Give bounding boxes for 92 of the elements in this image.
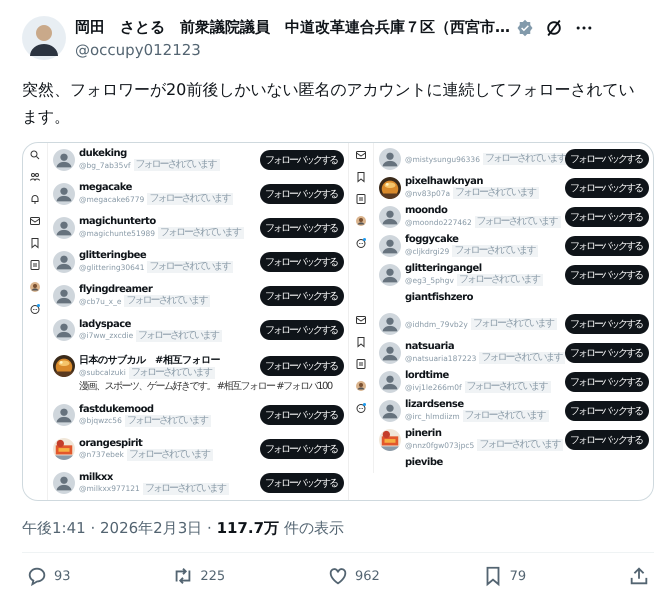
follow-back-button[interactable]: フォローバックする	[565, 236, 649, 256]
follows-you-label: フォローされています	[474, 216, 561, 228]
follows-you-label: フォローされています	[134, 159, 220, 171]
follow-back-button[interactable]: フォローバックする	[565, 342, 649, 362]
follow-back-button[interactable]: フォローバックする	[260, 150, 344, 170]
action-count: 93	[54, 568, 71, 584]
user-name: flyingdreamer	[79, 284, 154, 296]
user-name: lizardsense	[405, 399, 465, 410]
follow-back-button[interactable]: フォローバックする	[260, 286, 344, 306]
user-name: orangespirit	[79, 438, 144, 449]
follows-you-label: フォローされています	[462, 410, 549, 422]
share-icon[interactable]	[628, 565, 650, 587]
follow-back-button[interactable]: フォローバックする	[260, 356, 344, 376]
user-name: megacake	[79, 182, 133, 194]
post-meta: 午後1:41 · 2026年2月3日 · 117.7万 件の表示	[22, 519, 345, 538]
mail-icon[interactable]	[29, 215, 41, 227]
user-name: natsuaria	[405, 341, 456, 352]
follows-you-label: フォローされています	[158, 227, 244, 240]
mail-icon[interactable]	[355, 314, 367, 326]
follows-you-label: フォローされています	[482, 153, 569, 165]
people-icon[interactable]	[29, 171, 41, 183]
follows-you-label: フォローされています	[142, 482, 229, 495]
user-name: pinerin	[405, 428, 442, 439]
user-bio: 漫画、スポーツ、ゲーム好きです。 #相互フォロー #フォロバ100	[79, 380, 334, 393]
follow-back-button[interactable]: フォローバックする	[565, 149, 649, 169]
reply-icon[interactable]	[26, 565, 48, 587]
avatar-icon[interactable]	[22, 16, 66, 60]
user-name: glitteringangel	[405, 263, 483, 274]
mail-icon[interactable]	[355, 149, 367, 161]
user-name: foggycake	[405, 234, 460, 245]
user-name: moondo	[405, 205, 448, 216]
follow-back-button[interactable]: フォローバックする	[565, 372, 649, 392]
avatar-icon[interactable]	[29, 281, 41, 293]
avatar-icon[interactable]	[355, 380, 367, 392]
follow-back-button[interactable]: フォローバックする	[565, 206, 649, 226]
user-name: dukeking	[79, 148, 128, 159]
verified-icon	[516, 18, 534, 36]
post-text: 突然、フォロワーが20前後しかいない匿名のアカウントに連続してフォローされています。	[22, 79, 636, 128]
follow-back-button[interactable]: フォローバックする	[260, 218, 344, 238]
bookmark-icon[interactable]	[355, 336, 367, 348]
user-name: magichunterto	[79, 216, 157, 228]
follow-back-button[interactable]: フォローバックする	[260, 252, 344, 272]
user-name: ladyspace	[79, 318, 132, 330]
user-name: fastdukemood	[79, 404, 155, 415]
bell-icon[interactable]	[29, 193, 41, 205]
action-count: 962	[355, 568, 380, 584]
follow-back-button[interactable]: フォローバックする	[260, 473, 344, 494]
like-icon[interactable]	[327, 565, 349, 587]
follows-you-label: フォローされています	[453, 187, 540, 199]
avatar-icon[interactable]	[355, 215, 367, 227]
user-name: glitteringbee	[79, 250, 148, 262]
follows-you-label: フォローされています	[136, 330, 222, 342]
follow-back-button[interactable]: フォローバックする	[565, 314, 649, 334]
follow-back-button[interactable]: フォローバックする	[565, 430, 649, 450]
follows-you-label: フォローされています	[128, 366, 215, 379]
user-name: milkxx	[79, 472, 114, 483]
follow-back-button[interactable]: フォローバックする	[260, 184, 344, 204]
follows-you-label: フォローされています	[479, 352, 566, 364]
follows-you-label: フォローされています	[124, 414, 211, 427]
list-icon[interactable]	[29, 259, 41, 271]
search-icon[interactable]	[29, 149, 41, 161]
follow-back-button[interactable]: フォローバックする	[260, 439, 344, 460]
follow-back-button[interactable]: フォローバックする	[260, 405, 344, 426]
follow-back-button[interactable]: フォローバックする	[260, 320, 344, 340]
follows-you-label: フォローされています	[126, 448, 213, 461]
follows-you-label: フォローされています	[147, 193, 234, 206]
user-name: giantfishzero	[405, 292, 474, 303]
author-name[interactable]: 岡田 さとる 前衆議院議員 中道改革連合兵庫７区（西宮市…	[75, 18, 510, 37]
chat-icon[interactable]	[355, 402, 367, 414]
action-count: 225	[200, 568, 226, 584]
follows-you-label: フォローされています	[124, 295, 210, 308]
user-name: 日本のサブカル #相互フォロー	[79, 354, 221, 367]
user-name: pievibe	[405, 457, 444, 468]
user-name: pixelhawknyan	[405, 176, 484, 187]
follows-you-label: フォローされています	[452, 245, 538, 257]
author-handle[interactable]: @occupy012123	[75, 40, 654, 58]
bookmark-icon[interactable]	[29, 237, 41, 249]
chat-icon[interactable]	[355, 237, 367, 249]
list-icon[interactable]	[355, 193, 367, 205]
follows-you-label: フォローされています	[456, 274, 543, 286]
follow-back-button[interactable]: フォローバックする	[565, 400, 649, 420]
action-count: 79	[510, 568, 526, 584]
follows-you-label: フォローされています	[147, 261, 234, 274]
follows-you-label: フォローされています	[477, 439, 564, 451]
chat-icon[interactable]	[29, 303, 41, 315]
follows-you-label: フォローされています	[470, 318, 557, 330]
follows-you-label: フォローされています	[464, 381, 551, 393]
bookmark-icon[interactable]	[355, 171, 367, 183]
user-name: lordtime	[405, 370, 450, 381]
follow-back-button[interactable]: フォローバックする	[565, 264, 649, 284]
follow-back-button[interactable]: フォローバックする	[565, 178, 649, 198]
list-icon[interactable]	[355, 358, 367, 370]
